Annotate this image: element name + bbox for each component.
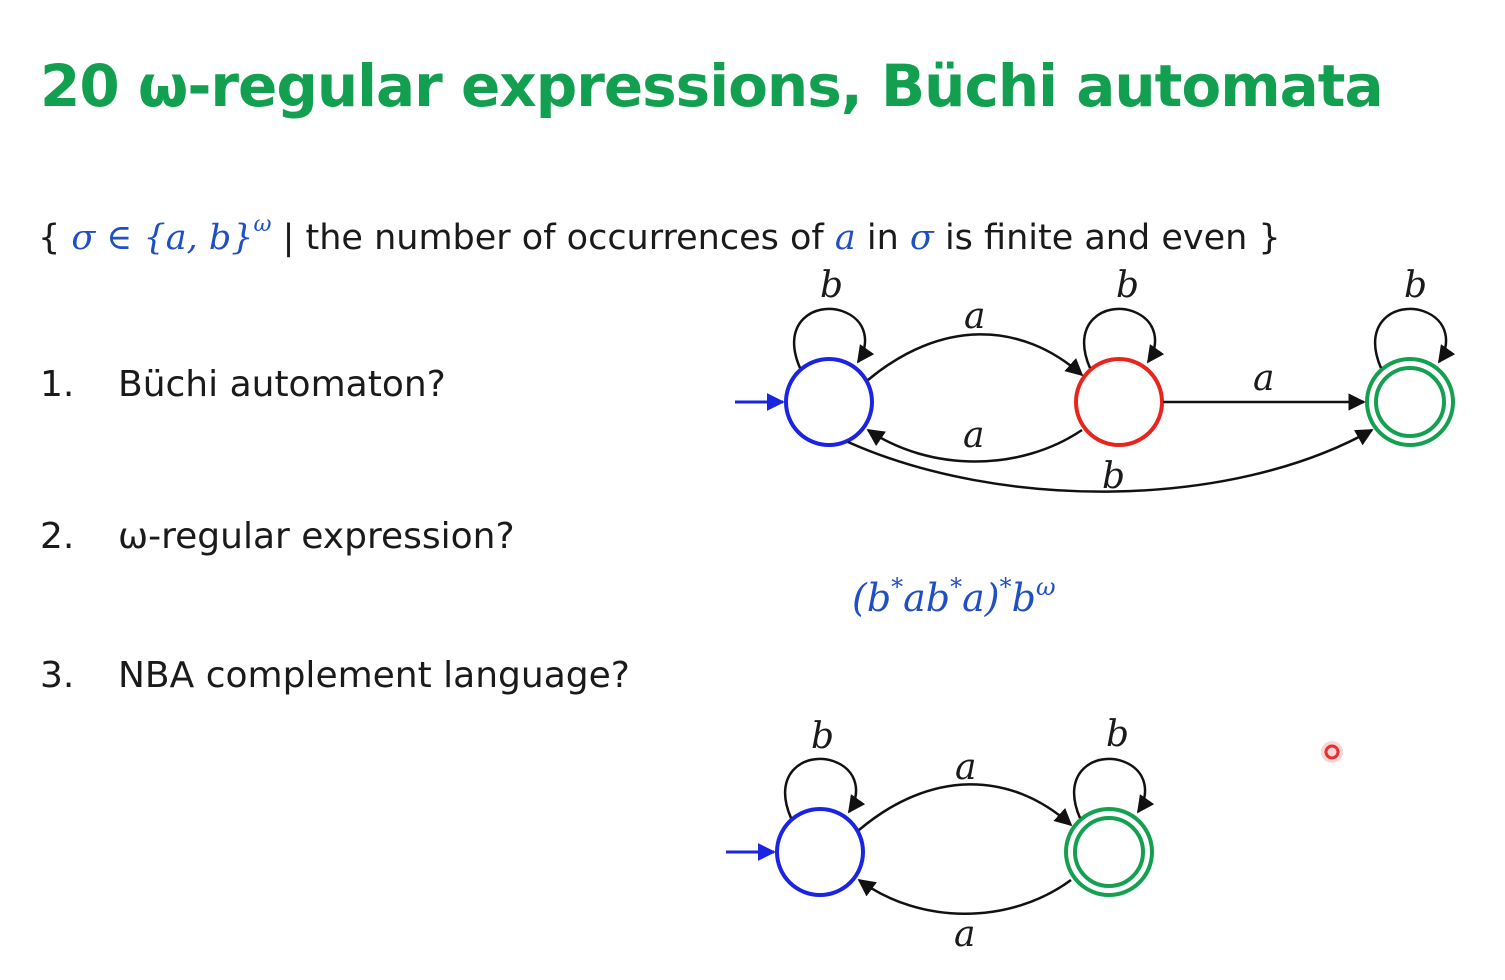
label-loop-q2: b [1404,265,1427,306]
state-p1-accepting [1064,807,1154,897]
edge-p0-p1 [858,783,1073,831]
label-edge-p0-p1: a [955,747,976,788]
label-edge-q0-q2: b [1102,456,1125,497]
label-edge-q1-q2: a [1253,358,1274,399]
state-p0 [775,807,865,897]
state-q2-accepting [1365,357,1455,447]
automaton-2: b b a a [726,714,1155,955]
edge-q0-q1 [867,333,1084,381]
state-p1-inner-ring [1073,816,1145,888]
label-loop-p1: b [1106,714,1129,755]
label-edge-q1-q0: a [963,415,984,456]
automata-diagrams: b b b a a a b b b a a [726,265,1456,955]
state-q2-inner-ring [1374,366,1446,438]
laser-pointer-icon [1321,741,1343,763]
edge-p1-p0 [857,878,1072,915]
state-q0 [784,357,874,447]
label-edge-p1-p0: a [954,914,975,955]
label-loop-q1: b [1116,265,1139,306]
label-loop-q0: b [820,265,843,306]
automaton-1: b b b a a a b [735,265,1456,497]
state-q1 [1074,357,1164,447]
label-edge-q0-q1: a [964,296,985,337]
label-loop-p0: b [811,716,834,757]
